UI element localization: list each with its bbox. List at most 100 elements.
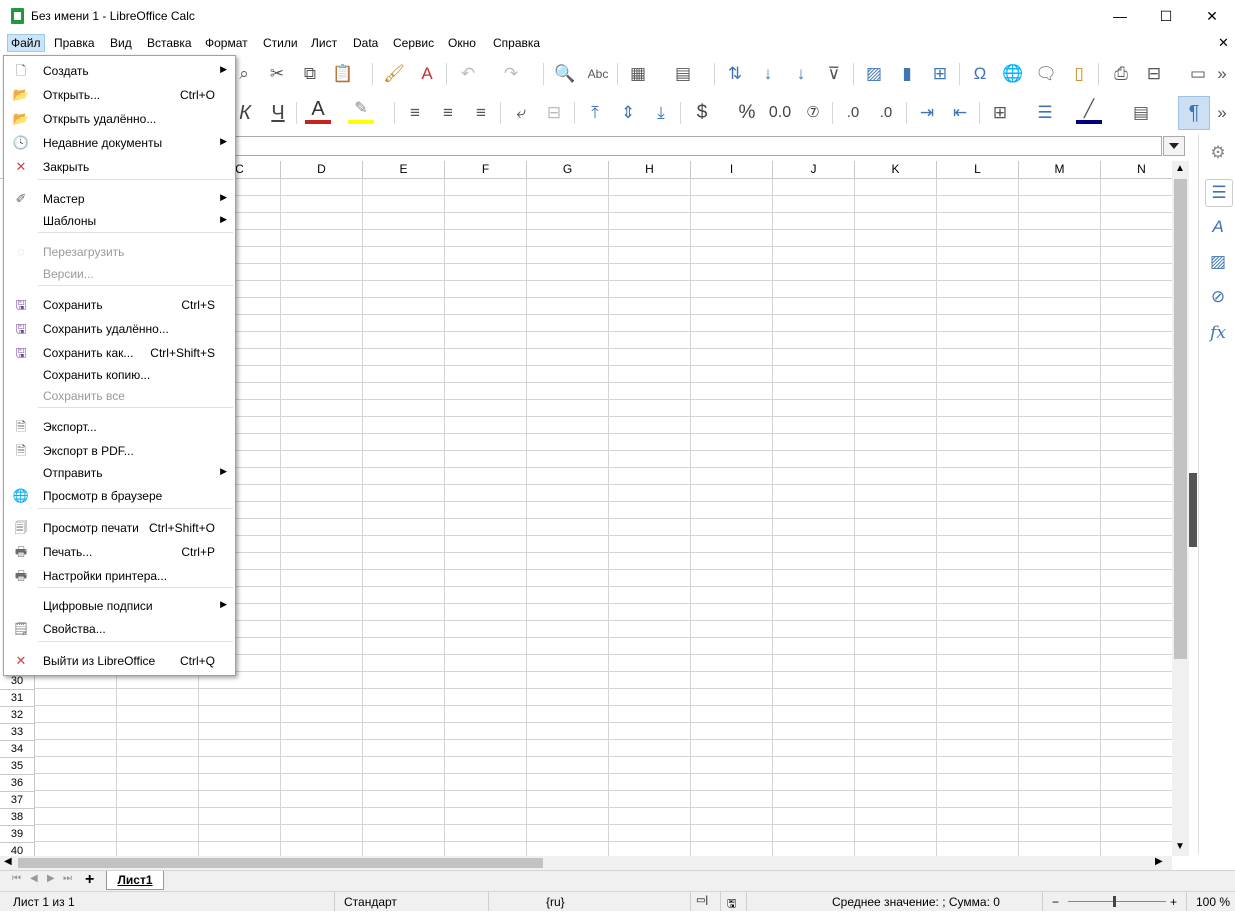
clone-formatting-icon[interactable]: 🖌: [381, 61, 407, 87]
menu-file[interactable]: Файл: [7, 34, 45, 52]
last-sheet-icon[interactable]: ⏭: [63, 873, 72, 884]
highlight-color-icon[interactable]: ✎: [348, 98, 374, 124]
file-menu-item[interactable]: 🖫 Сохранить Ctrl+S: [4, 294, 235, 316]
row-header[interactable]: 31: [0, 690, 35, 707]
align-center-icon[interactable]: ≡: [435, 100, 461, 126]
row-header[interactable]: 38: [0, 809, 35, 826]
file-menu-item[interactable]: Отправить ▶: [4, 462, 235, 484]
increase-indent-icon[interactable]: ⇥: [914, 100, 940, 126]
column-header[interactable]: F: [445, 161, 527, 179]
next-sheet-icon[interactable]: ▶: [47, 873, 55, 884]
align-top-icon[interactable]: ⤒: [582, 100, 608, 126]
close-document-button[interactable]: ✕: [1218, 35, 1229, 51]
menu-styles[interactable]: Стили: [263, 36, 298, 50]
column-header[interactable]: N: [1101, 161, 1172, 179]
column-icon[interactable]: ▤: [670, 61, 696, 87]
minimize-button[interactable]: —: [1097, 0, 1143, 32]
align-left-icon[interactable]: ≡: [402, 100, 428, 126]
decrease-indent-icon[interactable]: ⇤: [947, 100, 973, 126]
cut-icon[interactable]: ✂: [264, 61, 290, 87]
menu-data[interactable]: Data: [353, 36, 378, 50]
insert-chart-icon[interactable]: ▮: [894, 61, 920, 87]
close-window-button[interactable]: ✕: [1189, 0, 1235, 32]
column-header[interactable]: D: [281, 161, 363, 179]
sidebar-settings-icon[interactable]: ⚙: [1205, 140, 1231, 166]
file-menu-item[interactable]: 🗐 Просмотр печати Ctrl+Shift+O: [4, 517, 235, 539]
file-menu-item[interactable]: 🖶 Печать... Ctrl+P: [4, 541, 235, 563]
row-header[interactable]: 39: [0, 826, 35, 843]
scroll-right-icon[interactable]: ▶: [1155, 856, 1163, 867]
align-bottom-icon[interactable]: ⤓: [648, 100, 674, 126]
horizontal-scrollbar[interactable]: ◀ ▶: [0, 856, 1172, 870]
sort-icon[interactable]: ⇅: [722, 61, 748, 87]
gallery-panel-icon[interactable]: ▨: [1205, 249, 1231, 275]
file-menu-item[interactable]: 🖶 Настройки принтера...: [4, 565, 235, 587]
file-menu-item[interactable]: 🕓 Недавние документы ▶: [4, 132, 235, 154]
find-replace-icon[interactable]: 🔍: [552, 61, 578, 87]
file-menu-item[interactable]: 📂 Открыть... Ctrl+O: [4, 84, 235, 106]
expand-formula-button[interactable]: [1163, 136, 1185, 156]
row-header[interactable]: 32: [0, 707, 35, 724]
file-menu-item[interactable]: 🗋 Создать ▶: [4, 60, 235, 82]
file-menu-item[interactable]: Шаблоны ▶: [4, 210, 235, 232]
scroll-left-icon[interactable]: ◀: [4, 856, 12, 867]
menu-window[interactable]: Окно: [448, 36, 476, 50]
header-footer-icon[interactable]: ▯: [1066, 61, 1092, 87]
horizontal-scroll-thumb[interactable]: [18, 858, 543, 868]
row-header[interactable]: 33: [0, 724, 35, 741]
file-menu-item[interactable]: Сохранить копию...: [4, 364, 235, 386]
formula-input[interactable]: [233, 136, 1162, 156]
file-menu-item[interactable]: 🗎 Экспорт в PDF...: [4, 440, 235, 462]
spellcheck-icon[interactable]: Abc: [585, 61, 611, 87]
selection-mode-icon[interactable]: ▭|: [696, 895, 708, 906]
navigator-panel-icon[interactable]: ⊘: [1205, 284, 1231, 310]
zoom-slider-thumb[interactable]: [1113, 896, 1116, 907]
border-color-icon[interactable]: ╱: [1076, 98, 1102, 124]
paste-icon[interactable]: 📋: [330, 61, 356, 87]
styles-panel-icon[interactable]: A: [1205, 214, 1231, 240]
column-header[interactable]: M: [1019, 161, 1101, 179]
first-sheet-icon[interactable]: ⏮: [12, 873, 21, 884]
file-menu-item[interactable]: ✐ Мастер ▶: [4, 188, 235, 210]
menu-insert[interactable]: Вставка: [147, 36, 192, 50]
column-header[interactable]: G: [527, 161, 609, 179]
merge-cells-icon[interactable]: ⊟: [541, 100, 567, 126]
column-header[interactable]: L: [937, 161, 1019, 179]
row-icon[interactable]: ▦: [625, 61, 651, 87]
file-menu-item[interactable]: 📂 Открыть удалённо...: [4, 108, 235, 130]
number-format-icon[interactable]: 0.0: [767, 100, 793, 126]
sort-ascending-icon[interactable]: ↓: [755, 61, 781, 87]
add-sheet-icon[interactable]: +: [85, 871, 94, 889]
prev-sheet-icon[interactable]: ◀: [30, 873, 38, 884]
row-header[interactable]: 36: [0, 775, 35, 792]
maximize-button[interactable]: ☐: [1143, 0, 1189, 32]
undo-icon[interactable]: ↶: [455, 61, 481, 87]
scroll-down-icon[interactable]: ▼: [1175, 841, 1185, 852]
functions-panel-icon[interactable]: fx: [1205, 320, 1231, 346]
conditional-format-icon[interactable]: ▤: [1128, 100, 1154, 126]
hyperlink-icon[interactable]: 🌐: [1000, 61, 1026, 87]
menu-edit[interactable]: Правка: [54, 36, 95, 50]
date-format-icon[interactable]: ⑦: [800, 100, 826, 126]
toolbar2-overflow-icon[interactable]: »: [1214, 100, 1230, 126]
file-menu-item[interactable]: 🖫 Сохранить удалённо...: [4, 318, 235, 340]
zoom-level[interactable]: 100 %: [1196, 895, 1230, 909]
properties-panel-icon[interactable]: ☰: [1205, 179, 1233, 207]
toolbar-overflow-icon[interactable]: »: [1214, 61, 1230, 87]
page-style[interactable]: Стандарт: [344, 895, 397, 909]
menu-view[interactable]: Вид: [110, 36, 132, 50]
font-color-icon[interactable]: A: [305, 98, 331, 124]
add-decimal-icon[interactable]: .0: [840, 100, 866, 126]
file-menu-item[interactable]: Версии...: [4, 263, 235, 285]
row-header[interactable]: 35: [0, 758, 35, 775]
sort-descending-icon[interactable]: ↓: [788, 61, 814, 87]
comment-icon[interactable]: 🗨: [1033, 61, 1059, 87]
menu-tools[interactable]: Сервис: [393, 36, 434, 50]
center-vertically-icon[interactable]: ⇕: [615, 100, 641, 126]
autofilter-icon[interactable]: ⊽: [821, 61, 847, 87]
redo-icon[interactable]: ↷: [498, 61, 524, 87]
zoom-in-icon[interactable]: +: [1170, 895, 1177, 909]
row-header[interactable]: 34: [0, 741, 35, 758]
align-right-icon[interactable]: ≡: [468, 100, 494, 126]
delete-decimal-icon[interactable]: .0: [873, 100, 899, 126]
